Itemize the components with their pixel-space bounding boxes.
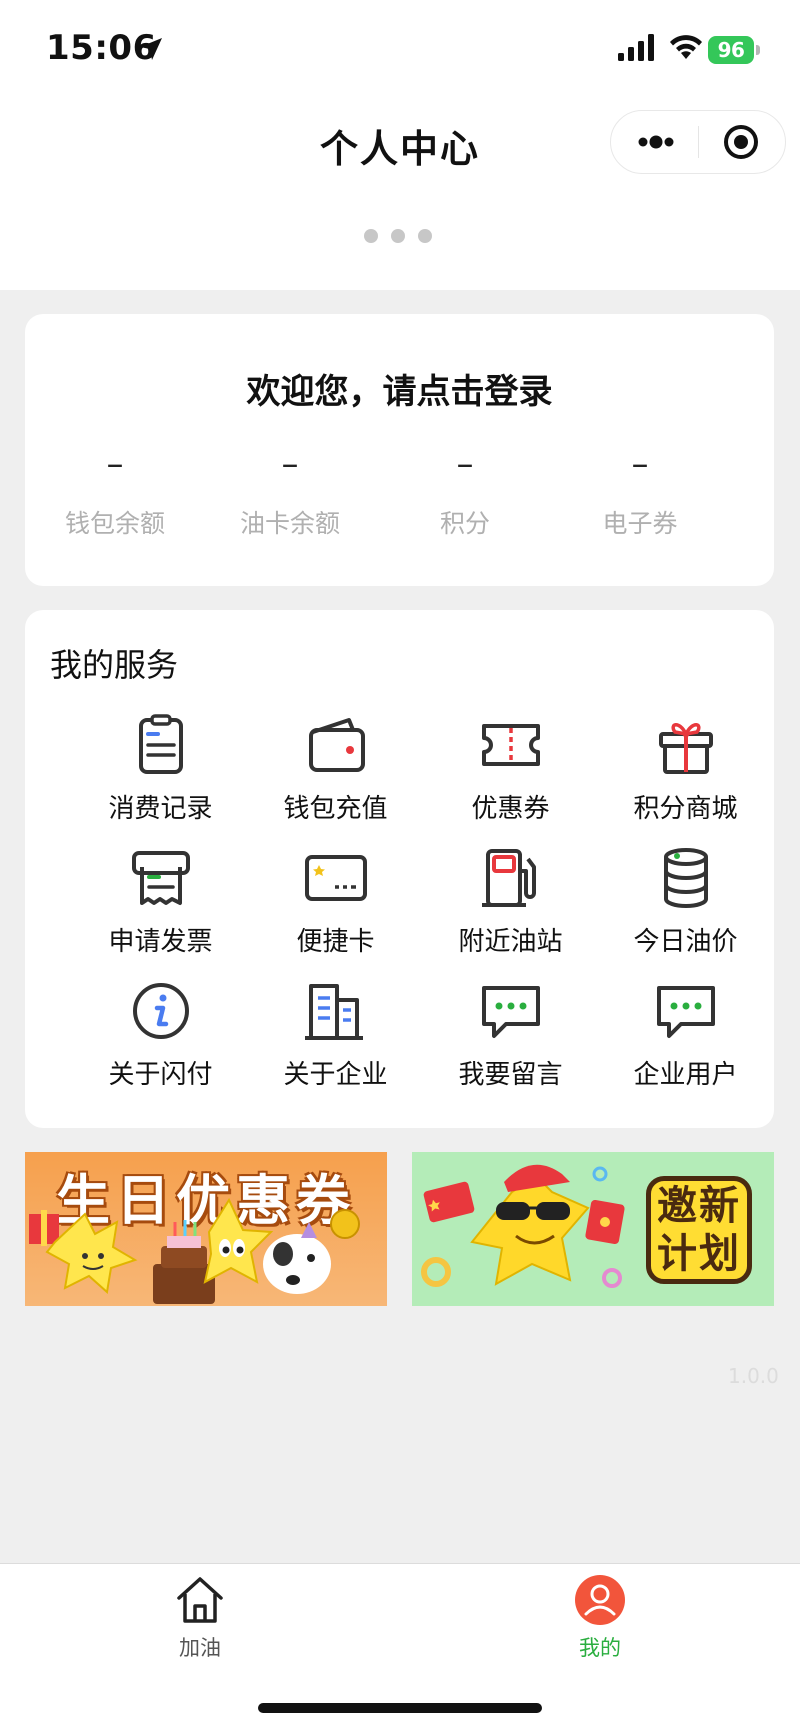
service-coupons[interactable]: 优惠券 [423, 710, 598, 830]
page-dot [418, 229, 432, 243]
battery-indicator: 96 [708, 36, 760, 64]
tab-refuel[interactable]: 加油 [120, 1574, 280, 1662]
ticket-icon [481, 724, 540, 766]
service-label: 今日油价 [633, 927, 738, 957]
building-icon [304, 984, 363, 1040]
service-label: 便捷卡 [296, 927, 375, 957]
birthday-illustration [29, 1197, 360, 1304]
service-enterprise-users[interactable]: 企业用户 [598, 976, 773, 1096]
page-indicator [364, 229, 436, 243]
services-card: 我的服务 消费记录 钱包充值 优惠券 积分商城 申请发票 便捷卡 附近油站 今日… [25, 610, 774, 1128]
stat-label: 积分 [439, 509, 490, 538]
badge-line-1: 邀新 [657, 1183, 741, 1229]
service-todays-oil-price[interactable]: 今日油价 [598, 843, 773, 963]
service-nearby-stations[interactable]: 附近油站 [423, 843, 598, 963]
stat-value: – [456, 444, 474, 484]
stat-points[interactable]: – 积分 [375, 444, 555, 540]
status-bar: 15:06 96 [0, 0, 800, 100]
invite-plan-badge: 邀新 计划 [646, 1176, 752, 1284]
wallet-icon [308, 718, 365, 772]
service-label: 企业用户 [633, 1060, 738, 1090]
stat-label: 电子券 [602, 509, 678, 538]
stat-label: 油卡余额 [239, 509, 340, 538]
stat-wallet-balance[interactable]: – 钱包余额 [25, 444, 205, 540]
stat-value: – [631, 444, 649, 484]
service-label: 关于闪付 [108, 1060, 213, 1090]
stat-e-coupons[interactable]: – 电子券 [550, 444, 730, 540]
service-label: 关于企业 [283, 1060, 388, 1090]
home-icon [177, 1577, 223, 1623]
birthday-coupon-banner[interactable]: 生日优惠券 [25, 1152, 387, 1306]
service-label: 积分商城 [633, 794, 738, 824]
user-summary-card: 欢迎您，请点击登录 – 钱包余额 – 油卡余额 – 积分 – 电子券 [25, 314, 774, 586]
stat-value: – [281, 444, 299, 484]
service-consumption-records[interactable]: 消费记录 [73, 710, 248, 830]
battery-tip [756, 45, 760, 55]
tab-label: 加油 [179, 1636, 221, 1660]
service-label: 附近油站 [458, 927, 563, 957]
location-arrow-icon [140, 38, 162, 60]
login-prompt[interactable]: 欢迎您，请点击登录 [25, 364, 774, 413]
header-area: 15:06 96 个人中心 [0, 0, 800, 290]
tab-mine[interactable]: 我的 [520, 1574, 680, 1662]
badge-line-2: 计划 [657, 1231, 741, 1277]
user-icon [575, 1575, 625, 1625]
service-label: 我要留言 [458, 1060, 563, 1090]
services-title: 我的服务 [50, 646, 179, 684]
info-icon [132, 983, 189, 1039]
battery-level: 96 [708, 36, 754, 64]
service-about-enterprise[interactable]: 关于企业 [248, 976, 423, 1096]
cellular-signal-icon [618, 34, 654, 61]
service-label: 钱包充值 [283, 794, 388, 824]
service-wallet-recharge[interactable]: 钱包充值 [248, 710, 423, 830]
service-label: 消费记录 [108, 794, 213, 824]
page-dot [391, 229, 405, 243]
invoice-icon [131, 851, 190, 905]
gift-icon [658, 723, 713, 774]
service-apply-invoice[interactable]: 申请发票 [73, 843, 248, 963]
oil-barrel-icon [663, 848, 708, 908]
stat-fuel-card-balance[interactable]: – 油卡余额 [200, 444, 380, 540]
service-leave-message[interactable]: 我要留言 [423, 976, 598, 1096]
message-icon [481, 986, 540, 1038]
card-icon [304, 855, 367, 901]
service-about-quickpass[interactable]: 关于闪付 [73, 976, 248, 1096]
close-miniprogram-icon[interactable] [699, 111, 787, 173]
tab-label: 我的 [579, 1636, 621, 1660]
clipboard-icon [138, 714, 183, 774]
chat-icon [656, 986, 715, 1038]
version-label: 1.0.0 [728, 1364, 779, 1388]
wifi-icon [670, 35, 702, 59]
service-points-mall[interactable]: 积分商城 [598, 710, 773, 830]
service-quick-card[interactable]: 便捷卡 [248, 843, 423, 963]
stat-value: – [106, 444, 124, 484]
stat-label: 钱包余额 [64, 509, 165, 538]
invite-plan-banner[interactable]: 邀新 计划 [412, 1152, 774, 1306]
fuel-pump-icon [481, 849, 536, 907]
miniprogram-capsule [610, 110, 786, 174]
page-dot [364, 229, 378, 243]
more-options-icon[interactable] [611, 111, 699, 173]
home-indicator [258, 1703, 542, 1713]
service-label: 申请发票 [108, 927, 213, 957]
service-label: 优惠券 [471, 794, 550, 824]
